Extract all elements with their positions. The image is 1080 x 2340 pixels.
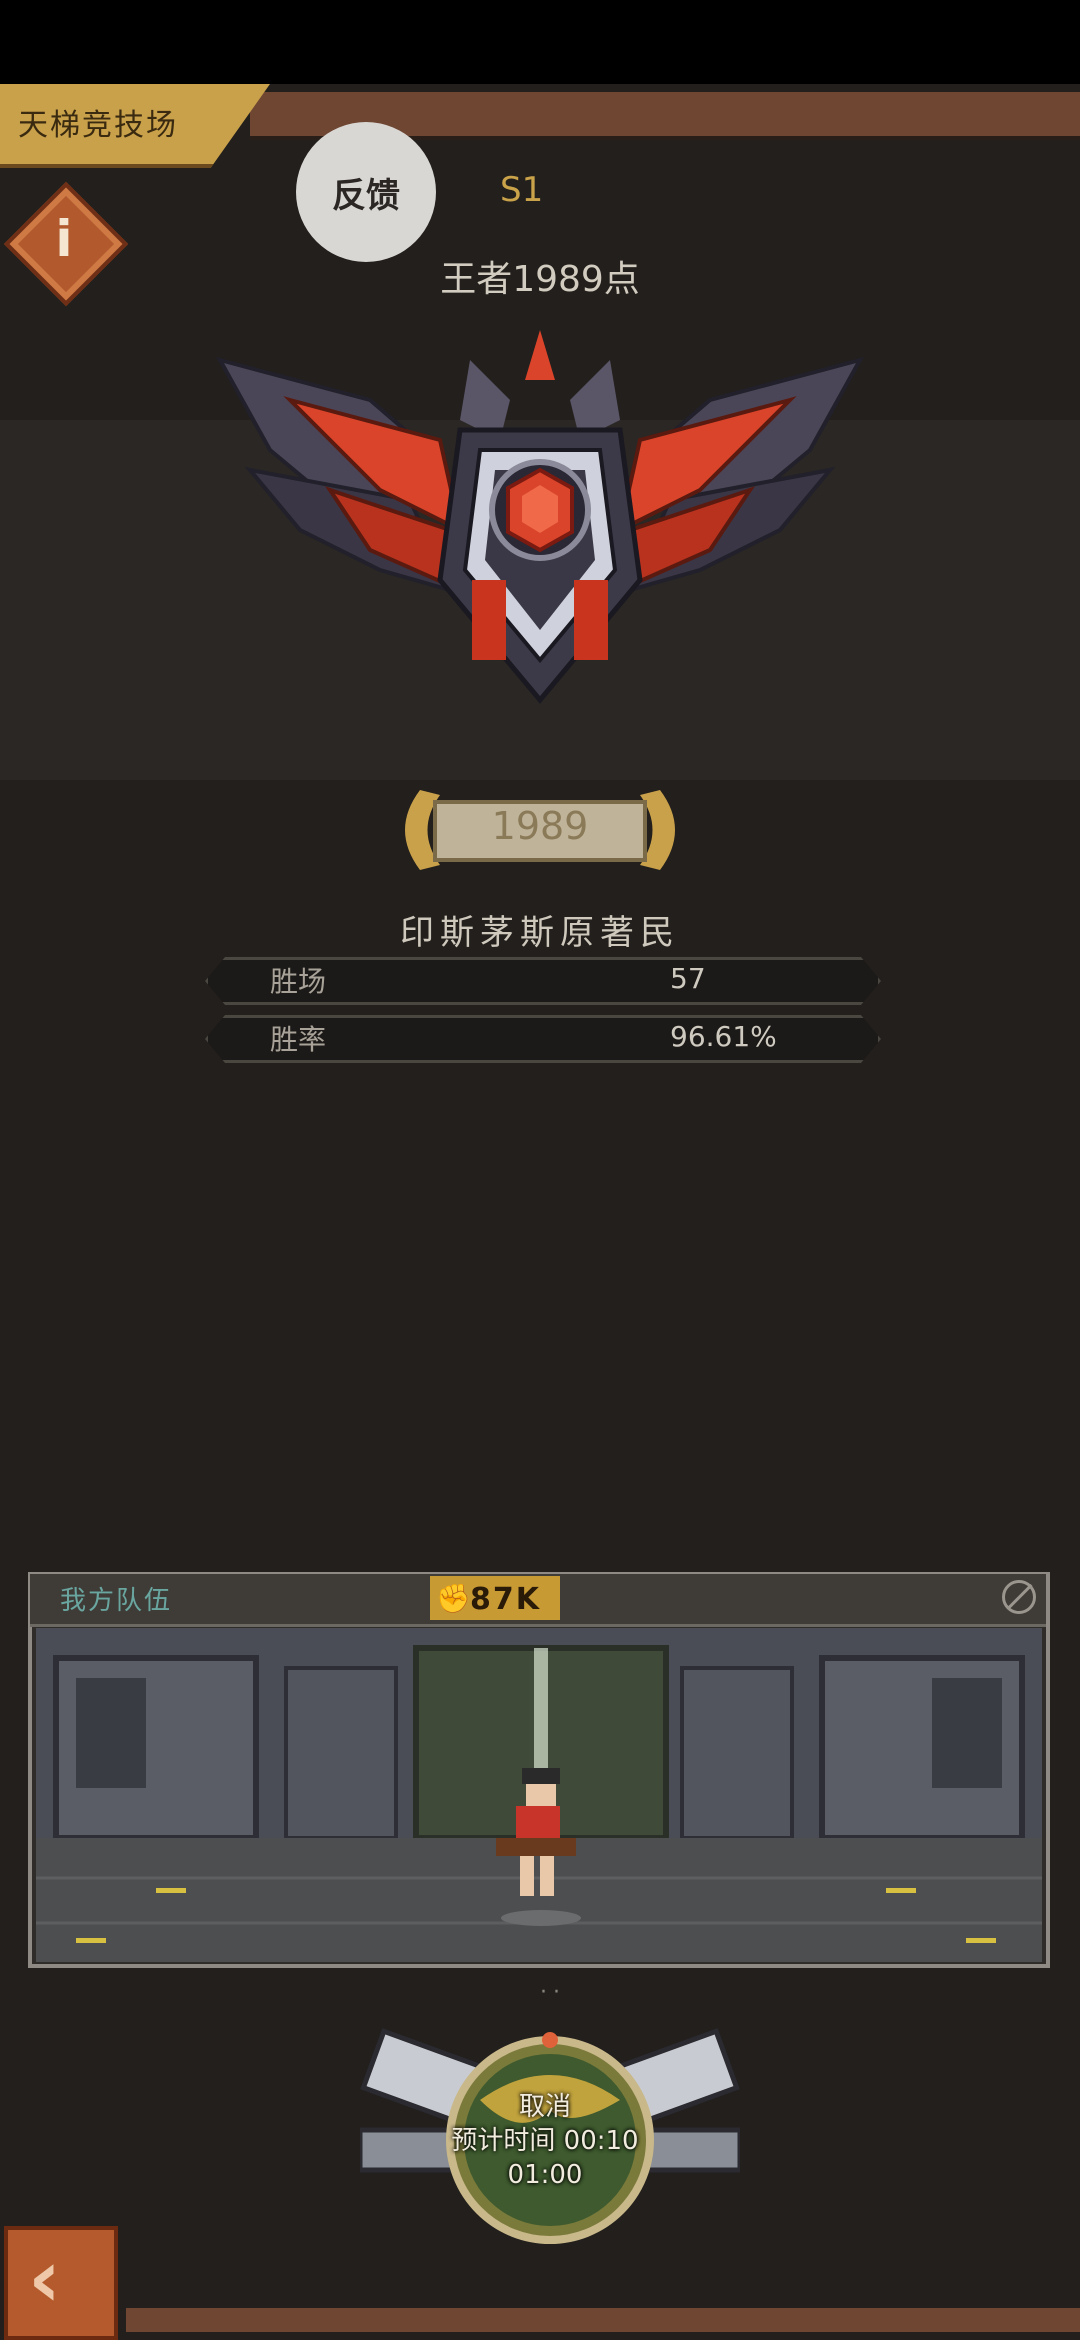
team-power-value: 87K xyxy=(470,1582,541,1617)
page-indicator: ·· xyxy=(540,1980,566,2005)
close-circle-icon[interactable] xyxy=(1002,1580,1036,1614)
rank-emblem-icon xyxy=(215,330,865,704)
back-arrow-icon: ‹ xyxy=(28,2232,61,2325)
team-title: 我方队伍 xyxy=(60,1586,173,1616)
stat-value-winrate: 96.61% xyxy=(670,1020,777,1053)
back-button[interactable] xyxy=(4,2226,118,2340)
cancel-button[interactable]: 取消 xyxy=(440,2090,650,2124)
feedback-button[interactable]: 反馈 xyxy=(296,122,436,262)
stat-label-wins: 胜场 xyxy=(270,965,327,998)
player-name: 印斯茅斯原著民 xyxy=(400,913,680,953)
rank-title: 王者1989点 xyxy=(440,259,640,300)
elapsed-time: 01:00 xyxy=(507,2160,583,2190)
estimate-value: 00:10 xyxy=(563,2126,639,2156)
bottom-frame-bar xyxy=(126,2308,1080,2332)
fist-icon: ✊ xyxy=(436,1582,471,1615)
stat-value-wins: 57 xyxy=(670,962,706,995)
score-value: 1989 xyxy=(491,804,589,848)
estimate-label: 预计时间 xyxy=(451,2126,556,2156)
mode-tab-label: 天梯竞技场 xyxy=(18,108,178,143)
match-timer[interactable]: 取消 预计时间 00:10 01:00 xyxy=(440,2090,650,2192)
team-scene xyxy=(36,1628,1042,1962)
stat-label-winrate: 胜率 xyxy=(270,1023,327,1056)
status-bar xyxy=(0,0,1080,84)
season-label: S1 xyxy=(500,170,544,210)
